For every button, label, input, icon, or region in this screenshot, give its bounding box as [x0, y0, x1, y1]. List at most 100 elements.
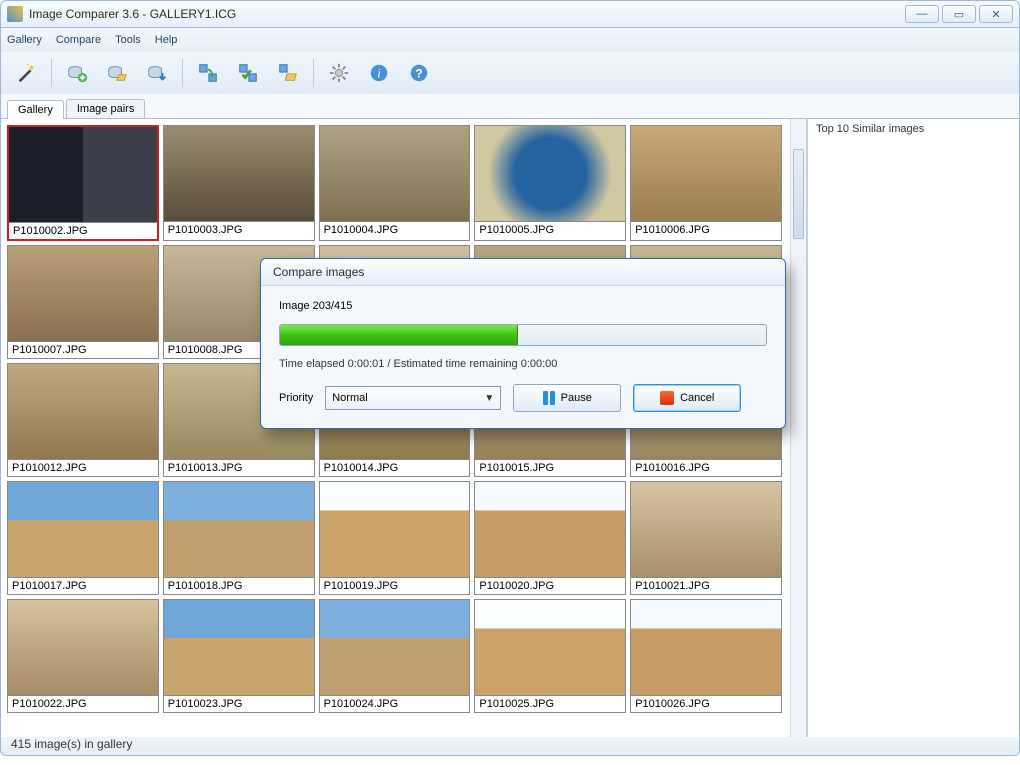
thumbnail[interactable]: P1010017.JPG	[7, 481, 159, 595]
side-title: Top 10 Similar images	[808, 119, 1019, 139]
progress-bar	[279, 324, 767, 346]
toolbar-separator	[182, 59, 183, 87]
thumbnail-image	[8, 600, 158, 695]
cancel-button[interactable]: Cancel	[633, 384, 741, 412]
thumbnail-image	[475, 482, 625, 577]
thumbnail-caption: P1010013.JPG	[164, 459, 314, 476]
priority-label: Priority	[279, 392, 313, 404]
tab-image-pairs[interactable]: Image pairs	[66, 99, 145, 118]
menu-gallery[interactable]: Gallery	[7, 34, 42, 46]
thumbnail-image	[164, 600, 314, 695]
thumbnail[interactable]: P1010025.JPG	[474, 599, 626, 713]
close-button[interactable]: ✕	[979, 5, 1013, 23]
thumbnail-image	[320, 482, 470, 577]
thumbnail[interactable]: P1010026.JPG	[630, 599, 782, 713]
menu-compare[interactable]: Compare	[56, 34, 101, 46]
thumbnail-caption: P1010012.JPG	[8, 459, 158, 476]
menu-tools[interactable]: Tools	[115, 34, 141, 46]
thumbnail[interactable]: P1010020.JPG	[474, 481, 626, 595]
thumbnail-image	[631, 482, 781, 577]
info-button[interactable]: i	[364, 58, 394, 88]
priority-value: Normal	[332, 392, 367, 404]
pause-button[interactable]: Pause	[513, 384, 621, 412]
thumbnail-image	[164, 126, 314, 221]
compare-dialog: Compare images Image 203/415 Time elapse…	[260, 258, 786, 429]
menu-help[interactable]: Help	[155, 34, 178, 46]
mark-button[interactable]	[233, 58, 263, 88]
thumbnail-image	[164, 482, 314, 577]
thumbnail[interactable]: P1010004.JPG	[319, 125, 471, 241]
help-button[interactable]: ?	[404, 58, 434, 88]
chevron-down-icon: ▼	[484, 393, 494, 404]
thumbnail-image	[8, 246, 158, 341]
side-pane: Top 10 Similar images	[807, 119, 1019, 737]
priority-select[interactable]: Normal ▼	[325, 386, 501, 410]
thumbnail-caption: P1010021.JPG	[631, 577, 781, 594]
thumbnail-caption: P1010002.JPG	[9, 222, 157, 239]
thumbnail-image	[9, 127, 157, 222]
thumbnail-image	[320, 126, 470, 221]
thumbnail-image	[475, 600, 625, 695]
thumbnail-image	[8, 364, 158, 459]
add-gallery-button[interactable]	[62, 58, 92, 88]
thumbnail-caption: P1010022.JPG	[8, 695, 158, 712]
open-gallery-button[interactable]	[102, 58, 132, 88]
thumbnail-caption: P1010020.JPG	[475, 577, 625, 594]
scrollbar[interactable]	[790, 119, 806, 737]
export-gallery-button[interactable]	[142, 58, 172, 88]
tabs-row: Gallery Image pairs	[0, 94, 1020, 118]
pause-label: Pause	[561, 392, 592, 404]
thumbnail-caption: P1010017.JPG	[8, 577, 158, 594]
minimize-button[interactable]: —	[905, 5, 939, 23]
thumbnail[interactable]: P1010007.JPG	[7, 245, 159, 359]
thumbnail[interactable]: P1010018.JPG	[163, 481, 315, 595]
scrollbar-thumb[interactable]	[793, 149, 804, 239]
thumbnail[interactable]: P1010005.JPG	[474, 125, 626, 241]
thumbnail-image	[8, 482, 158, 577]
thumbnail-image	[631, 126, 781, 221]
thumbnail-caption: P1010018.JPG	[164, 577, 314, 594]
wizard-button[interactable]	[11, 58, 41, 88]
thumbnail-caption: P1010025.JPG	[475, 695, 625, 712]
menubar: Gallery Compare Tools Help	[0, 28, 1020, 52]
thumbnail[interactable]: P1010021.JPG	[630, 481, 782, 595]
thumbnail-caption: P1010024.JPG	[320, 695, 470, 712]
thumbnail-caption: P1010016.JPG	[631, 459, 781, 476]
thumbnail[interactable]: P1010019.JPG	[319, 481, 471, 595]
thumbnail-caption: P1010015.JPG	[475, 459, 625, 476]
thumbnail-caption: P1010007.JPG	[8, 341, 158, 358]
time-info: Time elapsed 0:00:01 / Estimated time re…	[279, 358, 767, 370]
toolbar-separator	[313, 59, 314, 87]
pause-icon	[543, 391, 555, 405]
folder-compare-button[interactable]	[273, 58, 303, 88]
thumbnail-caption: P1010014.JPG	[320, 459, 470, 476]
thumbnail[interactable]: P1010002.JPG	[7, 125, 159, 241]
thumbnail[interactable]: P1010022.JPG	[7, 599, 159, 713]
thumbnail-caption: P1010023.JPG	[164, 695, 314, 712]
thumbnail-image	[631, 600, 781, 695]
progress-label: Image 203/415	[279, 300, 767, 312]
svg-text:?: ?	[415, 67, 422, 81]
compare-button[interactable]	[193, 58, 223, 88]
thumbnail[interactable]: P1010006.JPG	[630, 125, 782, 241]
titlebar: Image Comparer 3.6 - GALLERY1.ICG — ▭ ✕	[0, 0, 1020, 28]
thumbnail-image	[475, 126, 625, 221]
thumbnail-caption: P1010003.JPG	[164, 221, 314, 238]
thumbnail[interactable]: P1010003.JPG	[163, 125, 315, 241]
thumbnail-image	[320, 600, 470, 695]
thumbnail[interactable]: P1010012.JPG	[7, 363, 159, 477]
cancel-label: Cancel	[680, 392, 714, 404]
app-icon	[7, 6, 23, 22]
thumbnail-caption: P1010006.JPG	[631, 221, 781, 238]
settings-button[interactable]	[324, 58, 354, 88]
toolbar: i ?	[0, 52, 1020, 94]
maximize-button[interactable]: ▭	[942, 5, 976, 23]
dialog-title: Compare images	[261, 259, 785, 286]
stop-icon	[660, 391, 674, 405]
toolbar-separator	[51, 59, 52, 87]
thumbnail[interactable]: P1010024.JPG	[319, 599, 471, 713]
window-title: Image Comparer 3.6 - GALLERY1.ICG	[29, 7, 905, 21]
tab-gallery[interactable]: Gallery	[7, 100, 64, 119]
thumbnail[interactable]: P1010023.JPG	[163, 599, 315, 713]
thumbnail-caption: P1010004.JPG	[320, 221, 470, 238]
